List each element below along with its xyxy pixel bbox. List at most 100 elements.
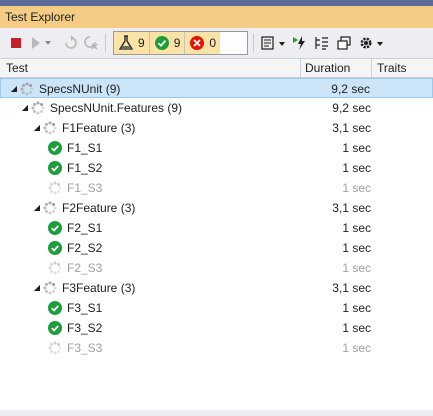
- test-name: SpecsNUnit.Features (9): [50, 101, 183, 115]
- test-name: F2_S1: [67, 221, 103, 235]
- test-duration: 3,1 sec: [332, 201, 371, 215]
- tree-test-row[interactable]: F1_S2 1 sec: [0, 158, 433, 178]
- tree-group-row[interactable]: ◢ F3Feature (3) 3,1 sec: [0, 278, 433, 298]
- column-test[interactable]: Test: [6, 59, 28, 77]
- hierarchy-icon: [315, 37, 328, 50]
- tree-group-row[interactable]: ◢ F2Feature (3) 3,1 sec: [0, 198, 433, 218]
- group-by-button[interactable]: [313, 32, 331, 54]
- test-name: F1_S2: [67, 161, 103, 175]
- tree-test-row[interactable]: F2_S3 1 sec: [0, 258, 433, 278]
- passed-count: 9: [173, 36, 181, 50]
- passed-icon: [48, 141, 62, 155]
- running-spinner-icon: [31, 101, 45, 115]
- passed-icon: [48, 301, 62, 315]
- column-header: Test Duration Traits: [0, 58, 433, 78]
- bottom-edge: [0, 410, 433, 416]
- tree-test-row[interactable]: F3_S3 1 sec: [0, 338, 433, 358]
- playlist-button[interactable]: [260, 32, 288, 54]
- test-name: F3Feature (3): [62, 281, 136, 295]
- flask-icon: [118, 35, 134, 50]
- pending-spinner-icon: [48, 341, 62, 355]
- tree-group-row[interactable]: ◢ F1Feature (3) 3,1 sec: [0, 118, 433, 138]
- new-window-button[interactable]: [335, 32, 353, 54]
- toolbar-separator: [253, 34, 254, 52]
- test-name: F1_S3: [67, 181, 103, 195]
- run-button[interactable]: [28, 32, 54, 54]
- passed-icon: [154, 36, 169, 50]
- pending-spinner-icon: [48, 261, 62, 275]
- test-duration: 9,2 sec: [331, 82, 370, 96]
- repeat-run-button[interactable]: [62, 32, 80, 54]
- window-title: Test Explorer: [5, 10, 76, 24]
- toolbar: 9 9 0: [0, 28, 433, 58]
- cancel-icon: [84, 36, 98, 50]
- running-spinner-icon: [43, 121, 57, 135]
- passed-icon: [48, 321, 62, 335]
- passed-icon: [48, 161, 62, 175]
- test-name: F3_S3: [67, 341, 103, 355]
- tree-group-row[interactable]: ◢ SpecsNUnit (9) 9,2 sec: [0, 78, 433, 98]
- test-name: F2Feature (3): [62, 201, 136, 215]
- test-name: F2_S2: [67, 241, 103, 255]
- test-duration: 9,2 sec: [332, 101, 371, 115]
- repeat-run-icon: [65, 35, 77, 49]
- running-spinner-icon: [43, 281, 57, 295]
- expander-icon[interactable]: ◢: [32, 198, 42, 218]
- copy-window-icon: [337, 36, 351, 50]
- test-duration: 1 sec: [342, 301, 371, 315]
- filter-failed-toggle[interactable]: 0: [184, 32, 221, 54]
- running-spinner-icon: [20, 82, 34, 96]
- test-name: SpecsNUnit (9): [39, 82, 121, 96]
- column-divider[interactable]: [371, 59, 372, 77]
- test-duration: 1 sec: [342, 321, 371, 335]
- test-duration: 1 sec: [342, 141, 371, 155]
- tree-test-row[interactable]: F1_S1 1 sec: [0, 138, 433, 158]
- test-duration: 1 sec: [342, 341, 371, 355]
- gear-icon: [360, 37, 383, 49]
- cancel-run-button[interactable]: [82, 32, 100, 54]
- tree-test-row[interactable]: F2_S2 1 sec: [0, 238, 433, 258]
- passed-icon: [48, 241, 62, 255]
- settings-button[interactable]: [357, 32, 387, 54]
- filter-passed-toggle[interactable]: 9: [148, 32, 185, 54]
- passed-icon: [48, 221, 62, 235]
- tool-window-title-bar: Test Explorer: [0, 6, 433, 28]
- test-duration: 3,1 sec: [332, 281, 371, 295]
- test-name: F3_S2: [67, 321, 103, 335]
- column-traits[interactable]: Traits: [377, 59, 407, 77]
- tree-group-row[interactable]: ◢ SpecsNUnit.Features (9) 9,2 sec: [0, 98, 433, 118]
- test-name: F2_S3: [67, 261, 103, 275]
- test-duration: 1 sec: [342, 161, 371, 175]
- stop-icon: [11, 38, 21, 48]
- column-divider[interactable]: [300, 59, 301, 77]
- expander-icon[interactable]: ◢: [32, 118, 42, 138]
- test-duration: 1 sec: [342, 241, 371, 255]
- toolbar-separator: [105, 34, 106, 52]
- tree-test-row[interactable]: F3_S1 1 sec: [0, 298, 433, 318]
- tree-test-row[interactable]: F3_S2 1 sec: [0, 318, 433, 338]
- filter-total-toggle[interactable]: 9: [114, 32, 149, 54]
- expander-icon[interactable]: ◢: [9, 79, 19, 99]
- run-after-build-toggle[interactable]: [290, 32, 308, 54]
- failed-icon: [190, 36, 205, 50]
- running-spinner-icon: [43, 201, 57, 215]
- run-icon: [32, 37, 51, 49]
- run-after-build-icon: [293, 36, 305, 50]
- playlist-icon: [261, 36, 285, 50]
- pending-spinner-icon: [48, 181, 62, 195]
- expander-icon[interactable]: ◢: [32, 278, 42, 298]
- tree-test-row[interactable]: F2_S1 1 sec: [0, 218, 433, 238]
- test-name: F1Feature (3): [62, 121, 136, 135]
- stop-button[interactable]: [8, 32, 24, 54]
- failed-count: 0: [209, 36, 217, 50]
- test-duration: 1 sec: [342, 261, 371, 275]
- test-name: F3_S1: [67, 301, 103, 315]
- total-count: 9: [138, 36, 145, 50]
- test-duration: 1 sec: [342, 181, 371, 195]
- column-duration[interactable]: Duration: [305, 59, 350, 77]
- test-duration: 3,1 sec: [332, 121, 371, 135]
- outcome-filter-group: 9 9 0: [113, 31, 248, 55]
- test-duration: 1 sec: [342, 221, 371, 235]
- expander-icon[interactable]: ◢: [20, 98, 30, 118]
- tree-test-row[interactable]: F1_S3 1 sec: [0, 178, 433, 198]
